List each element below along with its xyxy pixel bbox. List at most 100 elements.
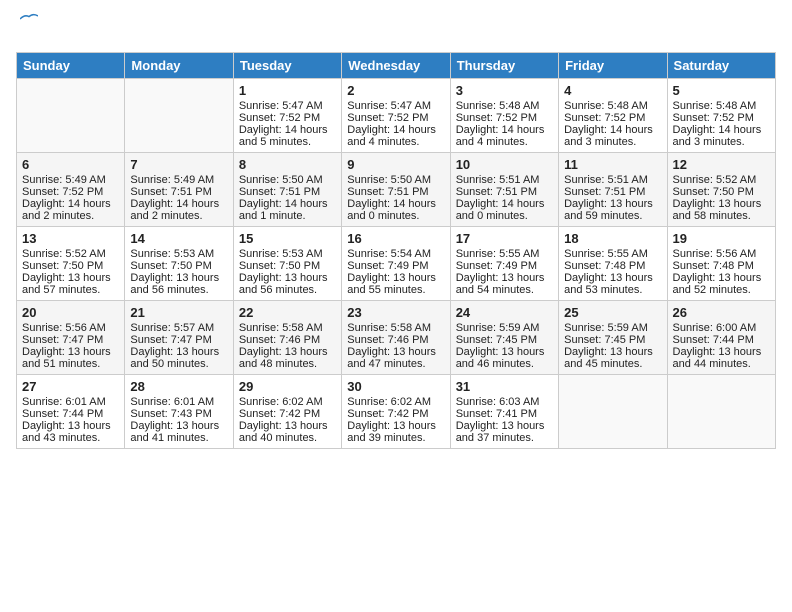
day-info-line: and 51 minutes. xyxy=(22,358,119,370)
day-info-line: Daylight: 14 hours xyxy=(564,124,661,136)
calendar-week-row: 20Sunrise: 5:56 AMSunset: 7:47 PMDayligh… xyxy=(17,301,776,375)
day-info-line: Daylight: 13 hours xyxy=(673,198,770,210)
day-info-line: and 56 minutes. xyxy=(239,284,336,296)
weekday-header: Friday xyxy=(559,53,667,79)
day-number: 10 xyxy=(456,157,553,172)
day-info-line: Daylight: 14 hours xyxy=(347,124,444,136)
day-info-line: Daylight: 13 hours xyxy=(673,272,770,284)
calendar-cell xyxy=(559,375,667,449)
calendar-cell: 6Sunrise: 5:49 AMSunset: 7:52 PMDaylight… xyxy=(17,153,125,227)
day-info-line: Daylight: 13 hours xyxy=(239,272,336,284)
calendar-cell: 20Sunrise: 5:56 AMSunset: 7:47 PMDayligh… xyxy=(17,301,125,375)
day-info-line: Sunset: 7:52 PM xyxy=(239,112,336,124)
day-info-line: and 3 minutes. xyxy=(673,136,770,148)
day-number: 7 xyxy=(130,157,227,172)
day-info-line: Sunset: 7:47 PM xyxy=(130,334,227,346)
day-info-line: Sunrise: 5:51 AM xyxy=(456,174,553,186)
day-info-line: Sunrise: 5:59 AM xyxy=(564,322,661,334)
page-header xyxy=(16,16,776,40)
day-info-line: Daylight: 13 hours xyxy=(564,198,661,210)
day-info-line: Sunset: 7:48 PM xyxy=(673,260,770,272)
logo-bird-icon xyxy=(20,12,38,26)
day-number: 21 xyxy=(130,305,227,320)
weekday-header: Thursday xyxy=(450,53,558,79)
day-info-line: Sunrise: 6:00 AM xyxy=(673,322,770,334)
day-number: 26 xyxy=(673,305,770,320)
calendar-cell: 10Sunrise: 5:51 AMSunset: 7:51 PMDayligh… xyxy=(450,153,558,227)
calendar-cell: 28Sunrise: 6:01 AMSunset: 7:43 PMDayligh… xyxy=(125,375,233,449)
calendar-week-row: 6Sunrise: 5:49 AMSunset: 7:52 PMDaylight… xyxy=(17,153,776,227)
day-info-line: Daylight: 13 hours xyxy=(456,420,553,432)
day-info-line: Sunrise: 5:47 AM xyxy=(239,100,336,112)
day-info-line: Sunrise: 5:49 AM xyxy=(130,174,227,186)
day-info-line: Daylight: 13 hours xyxy=(347,346,444,358)
day-info-line: Daylight: 14 hours xyxy=(673,124,770,136)
day-info-line: Daylight: 13 hours xyxy=(239,346,336,358)
day-info-line: Sunrise: 5:48 AM xyxy=(564,100,661,112)
day-info-line: Sunrise: 5:55 AM xyxy=(564,248,661,260)
day-info-line: Sunset: 7:52 PM xyxy=(564,112,661,124)
calendar-cell: 17Sunrise: 5:55 AMSunset: 7:49 PMDayligh… xyxy=(450,227,558,301)
day-info-line: and 41 minutes. xyxy=(130,432,227,444)
day-info-line: Sunset: 7:52 PM xyxy=(22,186,119,198)
day-number: 27 xyxy=(22,379,119,394)
day-info-line: Sunset: 7:45 PM xyxy=(564,334,661,346)
day-info-line: Sunrise: 5:52 AM xyxy=(673,174,770,186)
day-info-line: Daylight: 14 hours xyxy=(239,124,336,136)
day-info-line: Daylight: 13 hours xyxy=(347,272,444,284)
day-info-line: Sunset: 7:51 PM xyxy=(239,186,336,198)
day-info-line: and 37 minutes. xyxy=(456,432,553,444)
day-info-line: Sunset: 7:51 PM xyxy=(456,186,553,198)
calendar-cell: 23Sunrise: 5:58 AMSunset: 7:46 PMDayligh… xyxy=(342,301,450,375)
day-number: 25 xyxy=(564,305,661,320)
day-info-line: Sunset: 7:50 PM xyxy=(22,260,119,272)
day-info-line: Sunrise: 5:58 AM xyxy=(239,322,336,334)
day-number: 1 xyxy=(239,83,336,98)
day-info-line: and 44 minutes. xyxy=(673,358,770,370)
calendar-week-row: 13Sunrise: 5:52 AMSunset: 7:50 PMDayligh… xyxy=(17,227,776,301)
calendar-cell xyxy=(667,375,775,449)
day-info-line: and 53 minutes. xyxy=(564,284,661,296)
calendar-cell: 13Sunrise: 5:52 AMSunset: 7:50 PMDayligh… xyxy=(17,227,125,301)
day-number: 13 xyxy=(22,231,119,246)
day-info-line: Sunset: 7:43 PM xyxy=(130,408,227,420)
day-info-line: and 0 minutes. xyxy=(347,210,444,222)
calendar-cell: 16Sunrise: 5:54 AMSunset: 7:49 PMDayligh… xyxy=(342,227,450,301)
day-info-line: Sunset: 7:47 PM xyxy=(22,334,119,346)
day-number: 17 xyxy=(456,231,553,246)
day-info-line: Sunrise: 6:02 AM xyxy=(347,396,444,408)
day-info-line: Sunrise: 5:53 AM xyxy=(130,248,227,260)
day-info-line: Daylight: 13 hours xyxy=(239,420,336,432)
day-info-line: Sunrise: 5:48 AM xyxy=(673,100,770,112)
day-number: 18 xyxy=(564,231,661,246)
calendar-cell: 22Sunrise: 5:58 AMSunset: 7:46 PMDayligh… xyxy=(233,301,341,375)
day-info-line: Daylight: 13 hours xyxy=(456,346,553,358)
day-info-line: Sunset: 7:45 PM xyxy=(456,334,553,346)
day-info-line: Daylight: 13 hours xyxy=(456,272,553,284)
day-info-line: Daylight: 13 hours xyxy=(347,420,444,432)
day-info-line: and 43 minutes. xyxy=(22,432,119,444)
day-info-line: Sunrise: 5:49 AM xyxy=(22,174,119,186)
day-info-line: Sunset: 7:51 PM xyxy=(347,186,444,198)
calendar-cell: 14Sunrise: 5:53 AMSunset: 7:50 PMDayligh… xyxy=(125,227,233,301)
calendar-week-row: 1Sunrise: 5:47 AMSunset: 7:52 PMDaylight… xyxy=(17,79,776,153)
day-info-line: Daylight: 13 hours xyxy=(22,420,119,432)
day-number: 14 xyxy=(130,231,227,246)
day-info-line: Sunset: 7:50 PM xyxy=(673,186,770,198)
calendar-cell: 3Sunrise: 5:48 AMSunset: 7:52 PMDaylight… xyxy=(450,79,558,153)
day-info-line: Sunrise: 5:58 AM xyxy=(347,322,444,334)
day-info-line: Sunset: 7:52 PM xyxy=(673,112,770,124)
day-info-line: Sunrise: 5:54 AM xyxy=(347,248,444,260)
day-info-line: Daylight: 13 hours xyxy=(130,272,227,284)
day-info-line: Sunrise: 5:56 AM xyxy=(22,322,119,334)
day-info-line: Sunrise: 5:51 AM xyxy=(564,174,661,186)
day-info-line: Sunset: 7:42 PM xyxy=(239,408,336,420)
calendar-cell: 19Sunrise: 5:56 AMSunset: 7:48 PMDayligh… xyxy=(667,227,775,301)
day-number: 15 xyxy=(239,231,336,246)
calendar-cell: 12Sunrise: 5:52 AMSunset: 7:50 PMDayligh… xyxy=(667,153,775,227)
day-info-line: Sunrise: 6:01 AM xyxy=(130,396,227,408)
day-info-line: Sunset: 7:44 PM xyxy=(673,334,770,346)
day-info-line: Sunset: 7:51 PM xyxy=(130,186,227,198)
day-number: 22 xyxy=(239,305,336,320)
day-number: 11 xyxy=(564,157,661,172)
